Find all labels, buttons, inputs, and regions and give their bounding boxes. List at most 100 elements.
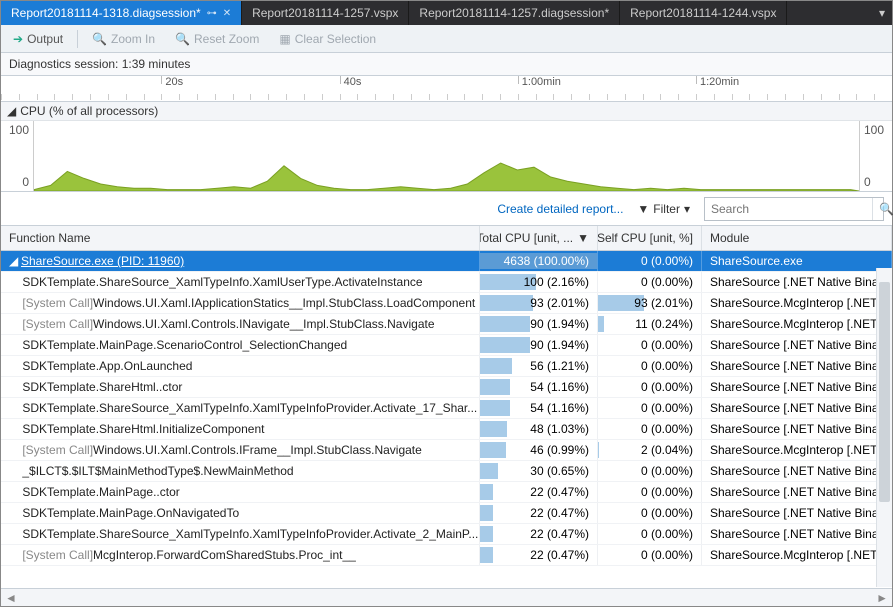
- create-detailed-report-link[interactable]: Create detailed report...: [497, 202, 623, 216]
- cell-self-cpu: 0 (0.00%): [598, 398, 702, 418]
- output-label: Output: [27, 32, 63, 46]
- cell-function-name: SDKTemplate.ShareSource_XamlTypeInfo.Xam…: [1, 524, 480, 544]
- grid-body[interactable]: ◢ShareSource.exe (PID: 11960)4638 (100.0…: [1, 251, 892, 588]
- cell-module: ShareSource [.NET Native Binary: S: [702, 419, 892, 439]
- tab[interactable]: Report20181114-1257.diagsession*: [409, 1, 620, 25]
- column-module[interactable]: Module: [702, 226, 892, 250]
- cell-self-cpu: 0 (0.00%): [598, 503, 702, 523]
- cell-module: ShareSource.McgInterop [.NET Nat: [702, 440, 892, 460]
- cell-total-cpu: 22 (0.47%): [480, 482, 598, 502]
- cpu-chart-title: CPU (% of all processors): [20, 104, 158, 118]
- system-call-prefix: [System Call]: [22, 443, 93, 457]
- table-row[interactable]: SDKTemplate.ShareSource_XamlTypeInfo.Xam…: [1, 272, 892, 293]
- cell-self-cpu: 0 (0.00%): [598, 545, 702, 565]
- reset-zoom-icon: 🔍: [175, 32, 190, 46]
- cell-module: ShareSource.McgInterop [.NET Nat: [702, 314, 892, 334]
- table-row[interactable]: _$ILCT$.$ILT$MainMethodType$.NewMainMeth…: [1, 461, 892, 482]
- horizontal-scrollbar[interactable]: ◄►: [1, 588, 892, 606]
- table-row[interactable]: SDKTemplate.ShareSource_XamlTypeInfo.Xam…: [1, 398, 892, 419]
- timeline-ruler[interactable]: 20s40s1:00min1:20min: [1, 76, 892, 102]
- cell-module: ShareSource.McgInterop [.NET Nat: [702, 293, 892, 313]
- toolbar: ➔ Output 🔍 Zoom In 🔍 Reset Zoom ▦ Clear …: [1, 25, 892, 53]
- output-button[interactable]: ➔ Output: [7, 30, 69, 48]
- cell-function-name: SDKTemplate.ShareHtml.InitializeComponen…: [1, 419, 480, 439]
- cell-self-cpu: 0 (0.00%): [598, 377, 702, 397]
- close-icon[interactable]: ✕: [223, 8, 231, 19]
- tab-bar: Report20181114-1318.diagsession*⊶✕Report…: [1, 1, 892, 25]
- cpu-chart-header[interactable]: ◢ CPU (% of all processors): [1, 102, 892, 121]
- arrow-right-icon: ➔: [13, 32, 23, 46]
- vertical-scrollbar[interactable]: [876, 268, 892, 587]
- function-name-text: Windows.UI.Xaml.Controls.INavigate__Impl…: [93, 317, 434, 331]
- zoom-in-button[interactable]: 🔍 Zoom In: [86, 30, 161, 48]
- table-row[interactable]: SDKTemplate.ShareSource_XamlTypeInfo.Xam…: [1, 524, 892, 545]
- search-icon[interactable]: 🔍▾: [872, 198, 893, 220]
- clear-selection-icon: ▦: [279, 32, 290, 46]
- y-axis-right: 1000: [860, 121, 892, 191]
- function-name-text: ShareSource.exe (PID: 11960): [21, 254, 184, 268]
- cell-total-cpu: 90 (1.94%): [480, 335, 598, 355]
- tab-label: Report20181114-1257.diagsession*: [419, 6, 609, 20]
- function-name-text: SDKTemplate.ShareHtml.InitializeComponen…: [22, 422, 264, 436]
- table-row[interactable]: SDKTemplate.ShareHtml.InitializeComponen…: [1, 419, 892, 440]
- cell-function-name: SDKTemplate.MainPage.OnNavigatedTo: [1, 503, 480, 523]
- tab[interactable]: Report20181114-1257.vspx: [242, 1, 409, 25]
- tab[interactable]: Report20181114-1244.vspx: [620, 1, 787, 25]
- column-total-cpu[interactable]: Total CPU [unit, ...▼: [480, 226, 598, 250]
- column-self-cpu[interactable]: Self CPU [unit, %]: [598, 226, 702, 250]
- cell-function-name: SDKTemplate.MainPage..ctor: [1, 482, 480, 502]
- table-row[interactable]: SDKTemplate.MainPage.OnNavigatedTo22 (0.…: [1, 503, 892, 524]
- cell-module: ShareSource [.NET Native Binary: S: [702, 524, 892, 544]
- filter-label: Filter: [653, 202, 680, 216]
- expand-icon[interactable]: ◢: [9, 254, 21, 268]
- cell-self-cpu: 0 (0.00%): [598, 419, 702, 439]
- search-box[interactable]: 🔍▾: [704, 197, 884, 221]
- function-name-text: SDKTemplate.ShareSource_XamlTypeInfo.Xam…: [22, 275, 422, 289]
- search-input[interactable]: [705, 202, 872, 216]
- pin-icon[interactable]: ⊶: [207, 8, 217, 19]
- tab-label: Report20181114-1318.diagsession*: [11, 6, 201, 20]
- table-row[interactable]: [System Call] Windows.UI.Xaml.IApplicati…: [1, 293, 892, 314]
- cell-module: ShareSource [.NET Native Binary: S: [702, 398, 892, 418]
- chevron-down-icon: ▾: [684, 202, 690, 216]
- tab[interactable]: Report20181114-1318.diagsession* ⊶ ✕: [1, 1, 242, 25]
- cell-self-cpu: 0 (0.00%): [598, 461, 702, 481]
- table-row[interactable]: SDKTemplate.MainPage..ctor22 (0.47%)0 (0…: [1, 482, 892, 503]
- cell-function-name: [System Call] McgInterop.ForwardComShare…: [1, 545, 480, 565]
- table-row[interactable]: SDKTemplate.App.OnLaunched56 (1.21%)0 (0…: [1, 356, 892, 377]
- system-call-prefix: [System Call]: [22, 296, 93, 310]
- filter-icon: ▼: [637, 202, 649, 216]
- session-duration-label: Diagnostics session: 1:39 minutes: [1, 53, 892, 76]
- filter-button[interactable]: ▼ Filter ▾: [637, 202, 690, 216]
- cell-function-name: _$ILCT$.$ILT$MainMethodType$.NewMainMeth…: [1, 461, 480, 481]
- cell-total-cpu: 30 (0.65%): [480, 461, 598, 481]
- table-row[interactable]: ◢ShareSource.exe (PID: 11960)4638 (100.0…: [1, 251, 892, 272]
- clear-selection-button[interactable]: ▦ Clear Selection: [273, 30, 382, 48]
- function-name-text: SDKTemplate.MainPage..ctor: [22, 485, 179, 499]
- column-function-name[interactable]: Function Name: [1, 226, 480, 250]
- cell-self-cpu: 0 (0.00%): [598, 335, 702, 355]
- cell-function-name: SDKTemplate.MainPage.ScenarioControl_Sel…: [1, 335, 480, 355]
- sort-desc-icon: ▼: [577, 231, 589, 245]
- table-row[interactable]: [System Call] McgInterop.ForwardComShare…: [1, 545, 892, 566]
- tab-overflow-menu[interactable]: ▾: [872, 1, 892, 25]
- cell-function-name: [System Call] Windows.UI.Xaml.IApplicati…: [1, 293, 480, 313]
- cpu-chart-plot[interactable]: [33, 121, 860, 191]
- cell-self-cpu: 0 (0.00%): [598, 524, 702, 544]
- cell-function-name: [System Call] Windows.UI.Xaml.Controls.I…: [1, 440, 480, 460]
- cell-function-name: SDKTemplate.App.OnLaunched: [1, 356, 480, 376]
- reset-zoom-button[interactable]: 🔍 Reset Zoom: [169, 30, 265, 48]
- table-row[interactable]: SDKTemplate.MainPage.ScenarioControl_Sel…: [1, 335, 892, 356]
- table-row[interactable]: SDKTemplate.ShareHtml..ctor54 (1.16%)0 (…: [1, 377, 892, 398]
- cell-total-cpu: 54 (1.16%): [480, 377, 598, 397]
- cell-self-cpu: 11 (0.24%): [598, 314, 702, 334]
- cell-self-cpu: 0 (0.00%): [598, 272, 702, 292]
- cell-total-cpu: 93 (2.01%): [480, 293, 598, 313]
- clear-selection-label: Clear Selection: [295, 32, 376, 46]
- cell-module: ShareSource [.NET Native Binary: S: [702, 503, 892, 523]
- cell-function-name: SDKTemplate.ShareHtml..ctor: [1, 377, 480, 397]
- table-row[interactable]: [System Call] Windows.UI.Xaml.Controls.I…: [1, 440, 892, 461]
- table-row[interactable]: [System Call] Windows.UI.Xaml.Controls.I…: [1, 314, 892, 335]
- function-name-text: SDKTemplate.MainPage.ScenarioControl_Sel…: [22, 338, 347, 352]
- function-name-text: SDKTemplate.ShareSource_XamlTypeInfo.Xam…: [22, 527, 478, 541]
